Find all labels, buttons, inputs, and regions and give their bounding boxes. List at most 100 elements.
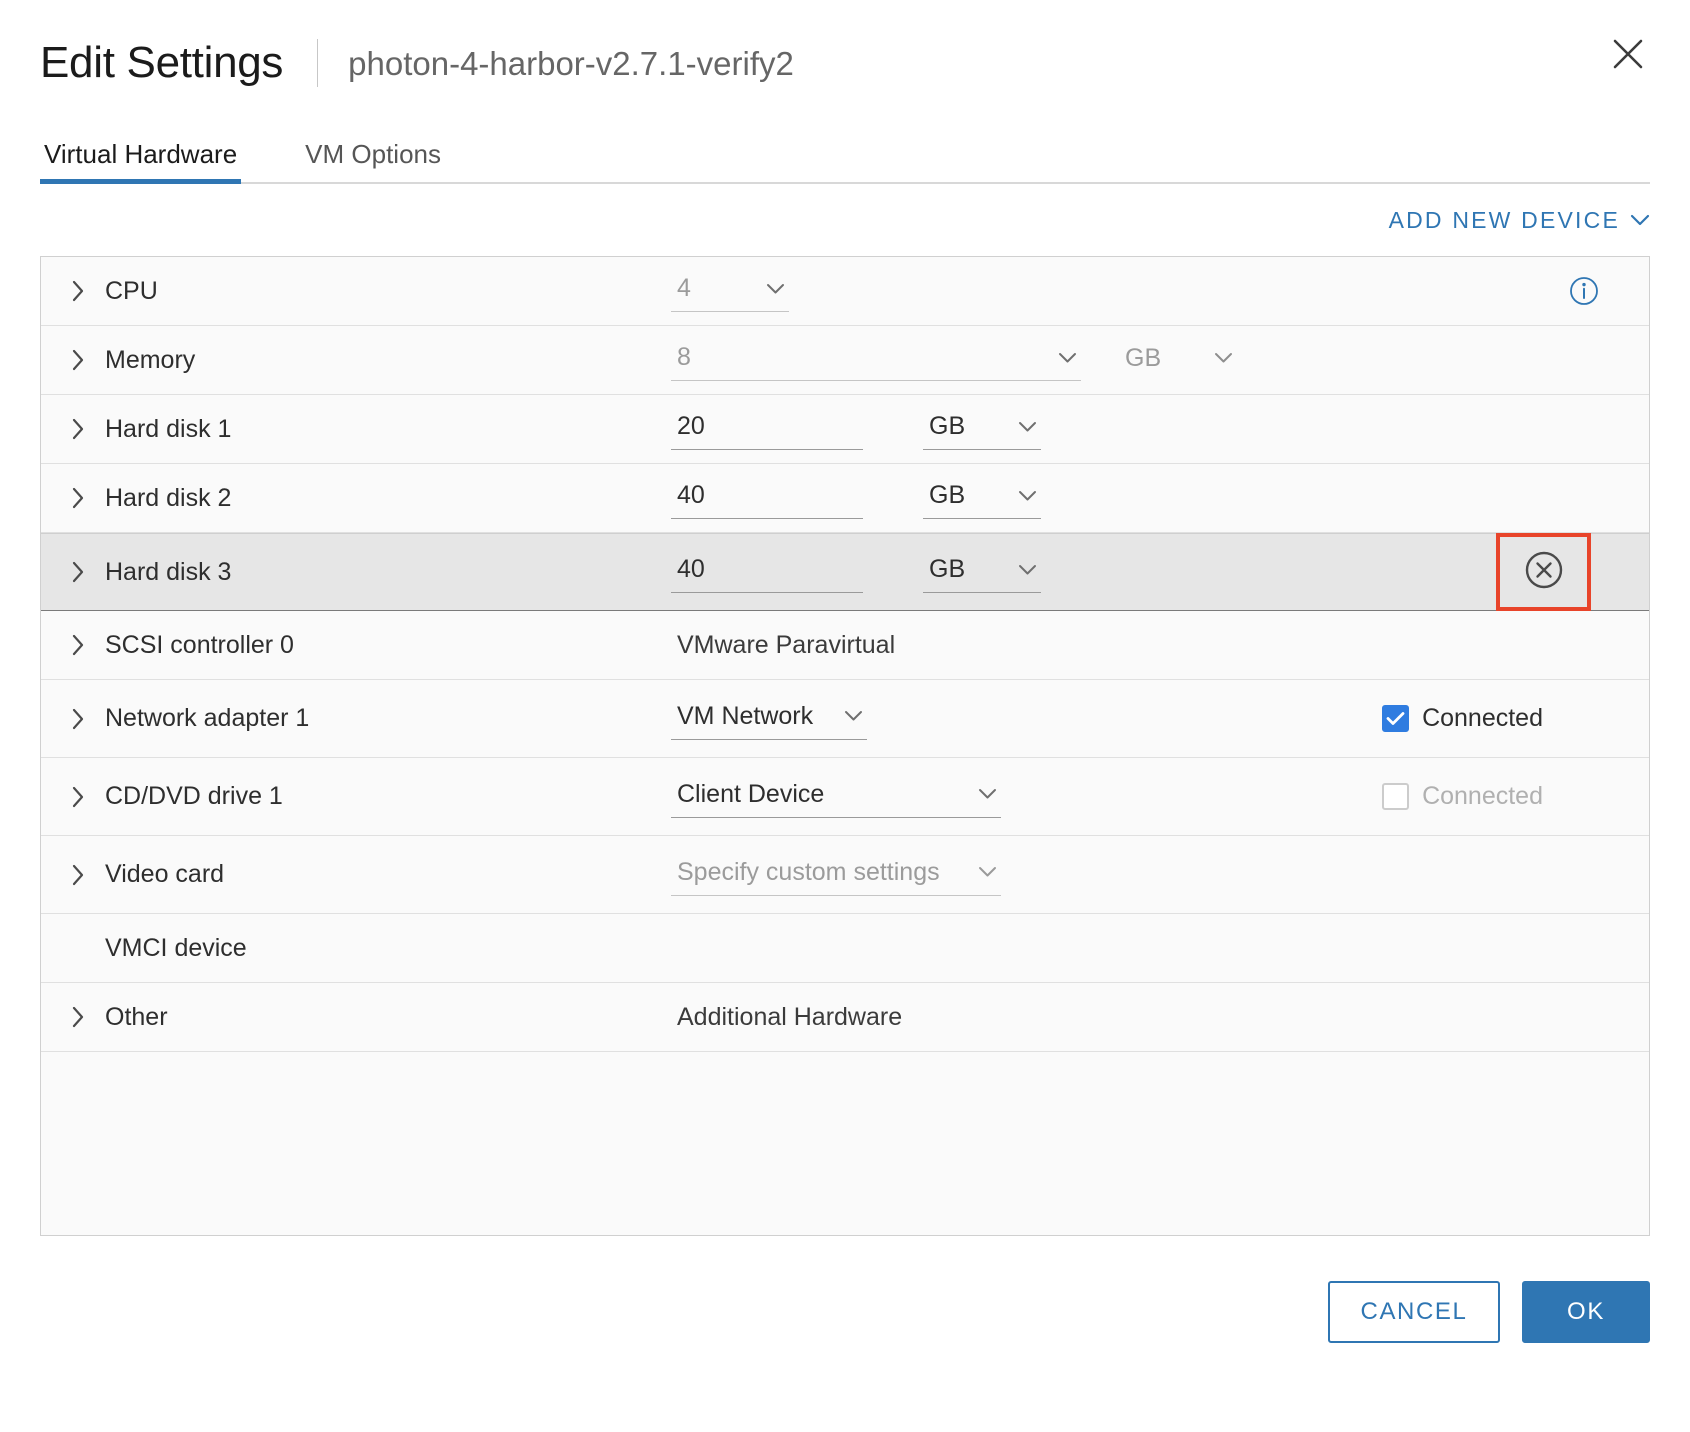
tab-virtual-hardware[interactable]: Virtual Hardware <box>40 139 242 184</box>
chevron-down-icon <box>1214 352 1233 364</box>
hard-disk-1-unit-value: GB <box>929 412 966 440</box>
memory-value: 8 <box>677 343 691 371</box>
network-adapter-1-select[interactable]: VM Network <box>671 698 867 740</box>
chevron-down-icon <box>766 283 785 295</box>
dialog-footer: CANCEL OK <box>40 1236 1650 1356</box>
toolbar: ADD NEW DEVICE <box>40 184 1650 256</box>
chevron-right-icon[interactable] <box>71 785 105 809</box>
info-icon[interactable] <box>1569 276 1599 306</box>
tab-virtual-hardware-label: Virtual Hardware <box>44 139 238 169</box>
memory-select[interactable]: 8 <box>671 339 1081 381</box>
device-name: Other <box>105 1002 168 1031</box>
device-name: SCSI controller 0 <box>105 630 294 659</box>
network-adapter-1-value: VM Network <box>677 701 814 730</box>
table-row[interactable]: Network adapter 1 VM Network Connected <box>41 680 1649 758</box>
device-label-memory: Memory <box>71 346 671 375</box>
connected-label: Connected <box>1422 782 1543 810</box>
table-row[interactable]: SCSI controller 0 VMware Paravirtual <box>41 611 1649 680</box>
device-name: Hard disk 1 <box>105 414 232 443</box>
tab-vm-options[interactable]: VM Options <box>301 139 445 184</box>
table-row[interactable]: Memory 8 GB <box>41 326 1649 395</box>
device-value-cd-dvd-drive-1: Client Device Connected <box>671 776 1635 818</box>
chevron-down-icon <box>1630 214 1650 227</box>
chevron-right-icon[interactable] <box>71 486 105 510</box>
chevron-right-icon[interactable] <box>71 348 105 372</box>
edit-settings-dialog: Edit Settings photon-4-harbor-v2.7.1-ver… <box>0 0 1690 1432</box>
chevron-down-icon <box>844 710 863 722</box>
vm-name-label: photon-4-harbor-v2.7.1-verify2 <box>348 44 794 82</box>
device-label-vmci-device: VMCI device <box>71 934 671 963</box>
dialog-header: Edit Settings photon-4-harbor-v2.7.1-ver… <box>40 0 1650 108</box>
close-button[interactable] <box>1606 32 1650 76</box>
add-new-device-button[interactable]: ADD NEW DEVICE <box>1389 207 1650 234</box>
memory-unit-select[interactable]: GB <box>1119 340 1237 381</box>
hard-disk-2-size-input[interactable] <box>671 477 863 519</box>
table-row[interactable]: Hard disk 2 GB <box>41 464 1649 533</box>
device-label-video-card: Video card <box>71 860 671 889</box>
page-title: Edit Settings <box>40 38 284 87</box>
chevron-right-icon[interactable] <box>71 560 105 584</box>
device-name: Network adapter 1 <box>105 704 310 732</box>
tab-bar: Virtual Hardware VM Options <box>40 118 1650 184</box>
hard-disk-1-size-input[interactable] <box>671 408 863 450</box>
cpu-select[interactable]: 4 <box>671 270 789 312</box>
chevron-down-icon <box>978 788 997 800</box>
cancel-button-label: CANCEL <box>1360 1298 1468 1325</box>
network-adapter-1-connected-checkbox[interactable]: Connected <box>1382 704 1543 733</box>
chevron-right-icon[interactable] <box>71 417 105 441</box>
device-label-scsi-controller-0: SCSI controller 0 <box>71 631 671 660</box>
ok-button[interactable]: OK <box>1522 1281 1650 1343</box>
device-value-scsi-controller-0: VMware Paravirtual <box>671 631 1635 660</box>
hard-disk-2-unit-select[interactable]: GB <box>923 477 1041 519</box>
hard-disk-3-unit-select[interactable]: GB <box>923 551 1041 593</box>
table-row[interactable]: CD/DVD drive 1 Client Device Connected <box>41 758 1649 836</box>
hard-disk-1-unit-select[interactable]: GB <box>923 408 1041 450</box>
cpu-value: 4 <box>677 274 691 302</box>
device-label-cpu: CPU <box>71 277 671 306</box>
device-name: Video card <box>105 860 225 888</box>
table-row[interactable]: CPU 4 <box>41 257 1649 326</box>
video-card-value: Specify custom settings <box>677 857 940 886</box>
device-value-hard-disk-2: GB <box>671 477 1635 519</box>
connected-label: Connected <box>1422 704 1543 732</box>
device-value-hard-disk-3: GB <box>671 533 1635 611</box>
video-card-select[interactable]: Specify custom settings <box>671 854 1001 896</box>
cd-dvd-drive-1-value: Client Device <box>677 779 825 808</box>
remove-circle-x-icon <box>1524 550 1564 595</box>
device-label-cd-dvd-drive-1: CD/DVD drive 1 <box>71 782 671 811</box>
add-new-device-label: ADD NEW DEVICE <box>1388 206 1620 233</box>
remove-hard-disk-3-button[interactable] <box>1496 533 1591 611</box>
table-row[interactable]: Other Additional Hardware <box>41 983 1649 1052</box>
hard-disk-3-unit-value: GB <box>929 555 966 583</box>
tab-vm-options-label: VM Options <box>305 139 441 169</box>
chevron-down-icon <box>1018 421 1037 433</box>
device-value-hard-disk-1: GB <box>671 408 1635 450</box>
table-row[interactable]: Hard disk 1 GB <box>41 395 1649 464</box>
table-empty-area <box>41 1052 1649 1235</box>
ok-button-label: OK <box>1567 1298 1605 1325</box>
cd-dvd-drive-1-select[interactable]: Client Device <box>671 776 1001 818</box>
device-label-hard-disk-2: Hard disk 2 <box>71 484 671 513</box>
device-table: CPU 4 Memory 8 GB Hard disk 1 20 GB Hard… <box>40 256 1650 1236</box>
close-icon <box>1610 36 1646 72</box>
device-value-network-adapter-1: VM Network Connected <box>671 698 1635 740</box>
checkbox-unchecked-icon <box>1382 783 1410 810</box>
hard-disk-3-size-input[interactable] <box>671 551 863 593</box>
chevron-right-icon[interactable] <box>71 707 105 731</box>
device-value-video-card: Specify custom settings <box>671 854 1635 896</box>
chevron-right-icon[interactable] <box>71 279 105 303</box>
table-row[interactable]: VMCI device <box>41 914 1649 983</box>
device-label-hard-disk-1: Hard disk 1 <box>71 415 671 444</box>
device-name: Memory <box>105 345 196 374</box>
table-row-selected[interactable]: Hard disk 3 GB <box>41 533 1649 611</box>
chevron-right-icon[interactable] <box>71 863 105 887</box>
chevron-down-icon <box>1018 564 1037 576</box>
cancel-button[interactable]: CANCEL <box>1328 1281 1500 1343</box>
chevron-right-icon[interactable] <box>71 633 105 657</box>
device-name: VMCI device <box>105 933 247 962</box>
device-value-memory: 8 GB <box>671 339 1635 381</box>
scsi-controller-type: VMware Paravirtual <box>677 630 896 659</box>
chevron-right-icon[interactable] <box>71 1005 105 1029</box>
table-row[interactable]: Video card Specify custom settings <box>41 836 1649 914</box>
checkbox-checked-icon <box>1382 705 1410 732</box>
